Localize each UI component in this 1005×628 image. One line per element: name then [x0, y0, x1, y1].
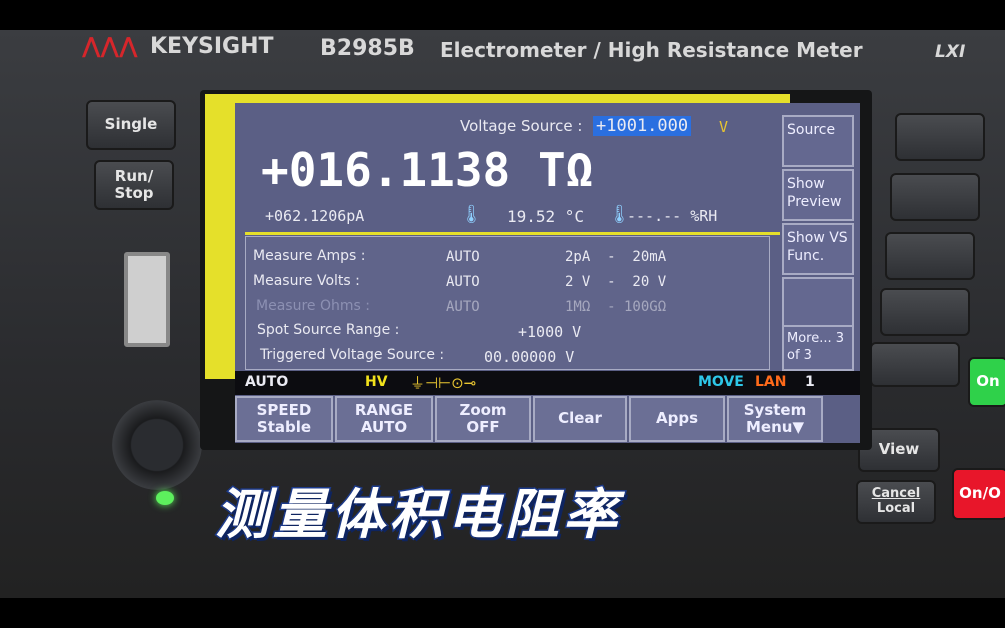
clear-button[interactable]: Clear	[533, 396, 627, 442]
power-led-icon	[156, 491, 174, 505]
status-number: 1	[805, 374, 815, 390]
row-range: +1000 V	[518, 323, 582, 341]
status-auto: AUTO	[245, 374, 289, 390]
softkey-hw-2[interactable]	[890, 173, 980, 221]
brand-name: KEYSIGHT	[150, 34, 274, 59]
softkey-hw-3[interactable]	[885, 232, 975, 280]
thermometer-icon: 🌡	[460, 204, 483, 225]
video-caption: 测量体积电阻率	[214, 482, 621, 548]
status-lan: LAN	[755, 374, 787, 390]
run-stop-key[interactable]: Run/ Stop	[94, 160, 174, 210]
fk-top: Apps	[655, 409, 698, 428]
reading-divider	[245, 232, 780, 235]
connection-icon: ⏚⊣⊢⊙⊸	[410, 374, 477, 392]
temperature-reading: 19.52 °C	[507, 207, 585, 226]
softkey-source[interactable]: Source	[782, 115, 854, 167]
system-menu-button[interactable]: System Menu▼	[727, 396, 823, 442]
status-hv: HV	[365, 374, 388, 390]
fk-top: RANGE	[354, 400, 414, 419]
output-on-key[interactable]: On	[968, 357, 1005, 407]
row-label: Measure Amps :	[253, 248, 366, 264]
row-label: Measure Volts :	[253, 273, 360, 289]
fk-top: Zoom	[459, 400, 507, 419]
model-number: B2985B	[320, 36, 415, 61]
main-reading: +016.1138 TΩ	[261, 143, 594, 197]
softkey-more[interactable]: More... 3 of 3	[782, 325, 854, 371]
fk-bottom: Stable	[256, 418, 312, 436]
usb-port[interactable]	[124, 252, 170, 347]
fk-bottom: OFF	[466, 418, 500, 436]
row-range: 1MΩ - 100GΩ	[565, 299, 667, 315]
power-button[interactable]	[112, 400, 202, 490]
display-screen: Voltage Source : +1001.000 V +016.1138 T…	[235, 103, 860, 443]
row-label: Measure Ohms :	[256, 298, 370, 314]
keysight-logo-icon: ⋀⋀⋀	[82, 34, 138, 59]
current-reading: +062.1206pA	[265, 207, 365, 225]
apps-button[interactable]: Apps	[629, 396, 725, 442]
row-label: Triggered Voltage Source :	[260, 347, 445, 363]
fk-top: System	[743, 400, 807, 419]
voltage-source-label: Voltage Source :	[460, 117, 583, 135]
local-label: Local	[876, 501, 916, 516]
softkey-show-vs-func[interactable]: Show VS Func.	[782, 223, 854, 275]
fk-bottom: Menu▼	[746, 418, 804, 436]
row-range: 2 V - 20 V	[565, 274, 667, 290]
cancel-label: Cancel	[871, 486, 921, 502]
humidity-reading: ---.-- %RH	[627, 207, 718, 225]
voltage-source-unit: V	[719, 118, 729, 136]
voltage-source-input[interactable]: +1001.000	[593, 116, 692, 136]
single-key[interactable]: Single	[86, 100, 176, 150]
status-bar: AUTO HV ⏚⊣⊢⊙⊸ MOVE LAN 1	[235, 371, 860, 395]
row-label: Spot Source Range :	[257, 322, 400, 338]
status-move: MOVE	[698, 374, 744, 390]
row-range: 2pA - 20mA	[565, 249, 667, 265]
speed-button[interactable]: SPEED Stable	[235, 396, 333, 442]
softkey-hw-5[interactable]	[870, 342, 960, 387]
fk-top: Clear	[558, 409, 602, 428]
zoom-button[interactable]: Zoom OFF	[435, 396, 531, 442]
softkey-hw-1[interactable]	[895, 113, 985, 161]
brand-bar: ⋀⋀⋀ KEYSIGHT B2985B Electrometer / High …	[60, 30, 965, 70]
row-mode: AUTO	[446, 249, 480, 265]
output-on-off-key[interactable]: On/O	[952, 468, 1005, 520]
row-mode: AUTO	[446, 274, 480, 290]
range-button[interactable]: RANGE AUTO	[335, 396, 433, 442]
row-mode: AUTO	[446, 299, 480, 315]
device-description: Electrometer / High Resistance Meter	[440, 38, 863, 62]
softkey-show-preview[interactable]: Show Preview	[782, 169, 854, 221]
row-range: 00.00000 V	[484, 348, 575, 366]
fk-top: SPEED	[256, 400, 312, 419]
lxi-logo: LXI	[935, 42, 966, 62]
fk-bottom: AUTO	[360, 418, 408, 436]
cancel-local-key[interactable]: Cancel Local	[856, 480, 936, 524]
softkey-hw-4[interactable]	[880, 288, 970, 336]
softkey-empty[interactable]	[782, 277, 854, 329]
